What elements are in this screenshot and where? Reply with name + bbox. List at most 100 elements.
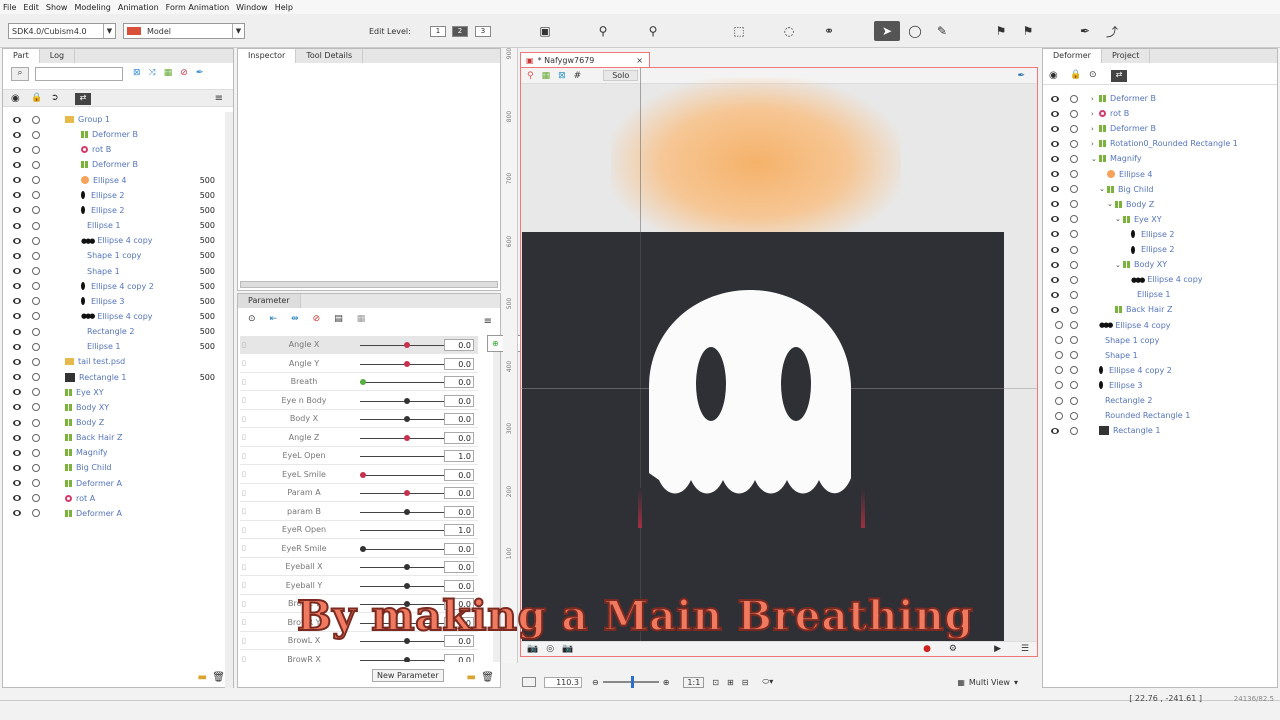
menu-item[interactable]: Window — [236, 3, 268, 12]
deformer-row[interactable]: Ellipse 2 — [1043, 242, 1277, 257]
parameter-value-input[interactable]: 1.0 — [444, 524, 474, 536]
lock-toggle-icon[interactable] — [32, 206, 40, 215]
eye-icon[interactable] — [13, 252, 21, 259]
lock-toggle-icon[interactable] — [1070, 230, 1078, 239]
solo-button[interactable]: Solo — [603, 70, 639, 81]
tab-log[interactable]: Log — [40, 49, 76, 63]
param-link-icon[interactable]: ▯ — [242, 378, 246, 386]
deformer-row[interactable]: Shape 1 — [1043, 348, 1277, 363]
key-table-icon[interactable]: ▤ — [334, 314, 343, 330]
deformer-row[interactable]: Rectangle 2 — [1043, 393, 1277, 408]
lock-toggle-icon[interactable] — [32, 479, 40, 488]
list-icon[interactable]: ☰ — [1021, 644, 1029, 654]
parameter-row[interactable]: ▯ Angle X 0.0 — [240, 336, 478, 354]
pen-icon[interactable]: ✒ — [1017, 71, 1025, 81]
param-link-icon[interactable]: ▯ — [242, 489, 246, 497]
filter-art-icon[interactable]: ⊠ — [133, 68, 141, 80]
lock-toggle-icon[interactable] — [1055, 381, 1063, 390]
eye-icon[interactable] — [13, 510, 21, 517]
model-select[interactable]: Model ▼ — [123, 23, 245, 39]
lock-toggle-icon[interactable] — [32, 327, 40, 336]
lock-toggle-icon[interactable] — [1070, 336, 1078, 345]
pose-icon[interactable]: ⚲ — [527, 71, 534, 81]
parameter-slider-track[interactable] — [360, 530, 452, 531]
parameter-row[interactable]: ▯ Eye n Body 0.0 — [240, 392, 478, 410]
part-row[interactable]: Rectangle 1 500 — [3, 370, 225, 385]
key-delete-icon[interactable]: ⊘ — [313, 314, 321, 330]
parameter-value-input[interactable]: 0.0 — [444, 339, 474, 351]
param-link-icon[interactable]: ▯ — [242, 433, 246, 441]
part-row[interactable]: Big Child — [3, 460, 225, 475]
link-tool-icon[interactable]: ⤴ — [1099, 21, 1125, 41]
filter-rotation-icon[interactable]: ⊘ — [180, 68, 188, 80]
parts-search-input[interactable] — [35, 67, 123, 81]
param-link-icon[interactable]: ▯ — [242, 581, 246, 589]
zoom-in-icon[interactable]: ⊕ — [663, 678, 670, 687]
menu-item[interactable]: Show — [46, 3, 68, 12]
lock-toggle-icon[interactable] — [32, 388, 40, 397]
lock-toggle-icon[interactable] — [1070, 305, 1078, 314]
lock-toggle-icon[interactable] — [32, 297, 40, 306]
part-row[interactable]: Shape 1 500 — [3, 264, 225, 279]
param-link-icon[interactable]: ▯ — [242, 359, 246, 367]
tab-inspector[interactable]: Inspector — [238, 49, 297, 63]
expand-icon[interactable]: ⌄ — [1115, 261, 1123, 269]
lock-toggle-icon[interactable] — [32, 115, 40, 124]
lock-header-icon[interactable]: 🔒 — [31, 93, 42, 103]
lock-header-icon[interactable]: 🔒 — [1070, 70, 1081, 80]
parameter-value-input[interactable]: 0.0 — [444, 561, 474, 573]
swap-icon[interactable]: ⇄ — [75, 93, 91, 105]
deformer-row[interactable]: Ellipse 4 — [1043, 167, 1277, 182]
part-row[interactable]: Ellipse 2 500 — [3, 188, 225, 203]
parts-scrollbar[interactable] — [225, 112, 233, 688]
deformer-row[interactable]: Rounded Rectangle 1 — [1043, 408, 1277, 423]
eye-icon[interactable] — [1051, 261, 1059, 268]
param-menu-icon[interactable]: ≡ — [484, 316, 492, 327]
parameter-row[interactable]: ▯ EyeR Open 1.0 — [240, 521, 478, 539]
param-link-icon[interactable]: ▯ — [242, 415, 246, 423]
edit-level-2[interactable]: 2 — [452, 26, 468, 37]
eye-icon[interactable] — [13, 283, 21, 290]
lock-toggle-icon[interactable] — [1070, 200, 1078, 209]
lock-toggle-icon[interactable] — [1070, 426, 1078, 435]
lock-toggle-icon[interactable] — [1070, 411, 1078, 420]
param-link-icon[interactable]: ▯ — [242, 563, 246, 571]
part-row[interactable]: tail test.psd — [3, 354, 225, 369]
parameter-slider-knob[interactable] — [404, 582, 410, 589]
tab-project[interactable]: Project — [1102, 49, 1151, 63]
deformer-row[interactable]: Ellipse 4 copy 2 — [1043, 363, 1277, 378]
parameter-slider-knob[interactable] — [360, 379, 366, 385]
part-row[interactable]: Back Hair Z — [3, 430, 225, 445]
eye-icon[interactable] — [13, 222, 21, 229]
menu-item[interactable]: Animation — [118, 3, 159, 12]
lock-toggle-icon[interactable] — [1070, 185, 1078, 194]
eye-icon[interactable] — [1051, 140, 1059, 147]
eye-icon[interactable] — [13, 268, 21, 274]
eye-icon[interactable] — [13, 131, 21, 138]
eye-icon[interactable] — [1051, 171, 1059, 177]
deformer-row[interactable]: Rectangle 1 — [1043, 423, 1277, 438]
eye-icon[interactable] — [13, 116, 21, 123]
eye-icon[interactable] — [1051, 246, 1059, 253]
part-row[interactable]: Deformer A — [3, 476, 225, 491]
expand-icon[interactable]: › — [1091, 125, 1099, 133]
lock-toggle-icon[interactable] — [32, 130, 40, 139]
eye-icon[interactable] — [1051, 291, 1059, 298]
display-toggle-icon[interactable]: ⬭▾ — [762, 677, 773, 687]
lock-toggle-icon[interactable] — [1070, 154, 1078, 163]
eye-icon[interactable] — [13, 358, 21, 365]
eye-icon[interactable] — [13, 480, 21, 487]
lock-toggle-icon[interactable] — [1070, 109, 1078, 118]
edit-level-1[interactable]: 1 — [430, 26, 446, 37]
arrow-select-icon[interactable]: ➤ — [874, 21, 900, 41]
lock-toggle-icon[interactable] — [1055, 321, 1063, 329]
lock-toggle-icon[interactable] — [1070, 170, 1078, 178]
part-row[interactable]: Body XY — [3, 400, 225, 415]
lasso-mesh-icon[interactable]: ◌ — [776, 21, 802, 41]
menu-item[interactable]: Help — [275, 3, 293, 12]
part-row[interactable]: Rectangle 2 500 — [3, 324, 225, 339]
lock-toggle-icon[interactable] — [32, 312, 40, 321]
menu-icon[interactable]: ≡ — [215, 93, 223, 104]
eye-icon[interactable] — [13, 298, 21, 305]
parameter-slider-knob[interactable] — [404, 564, 410, 570]
